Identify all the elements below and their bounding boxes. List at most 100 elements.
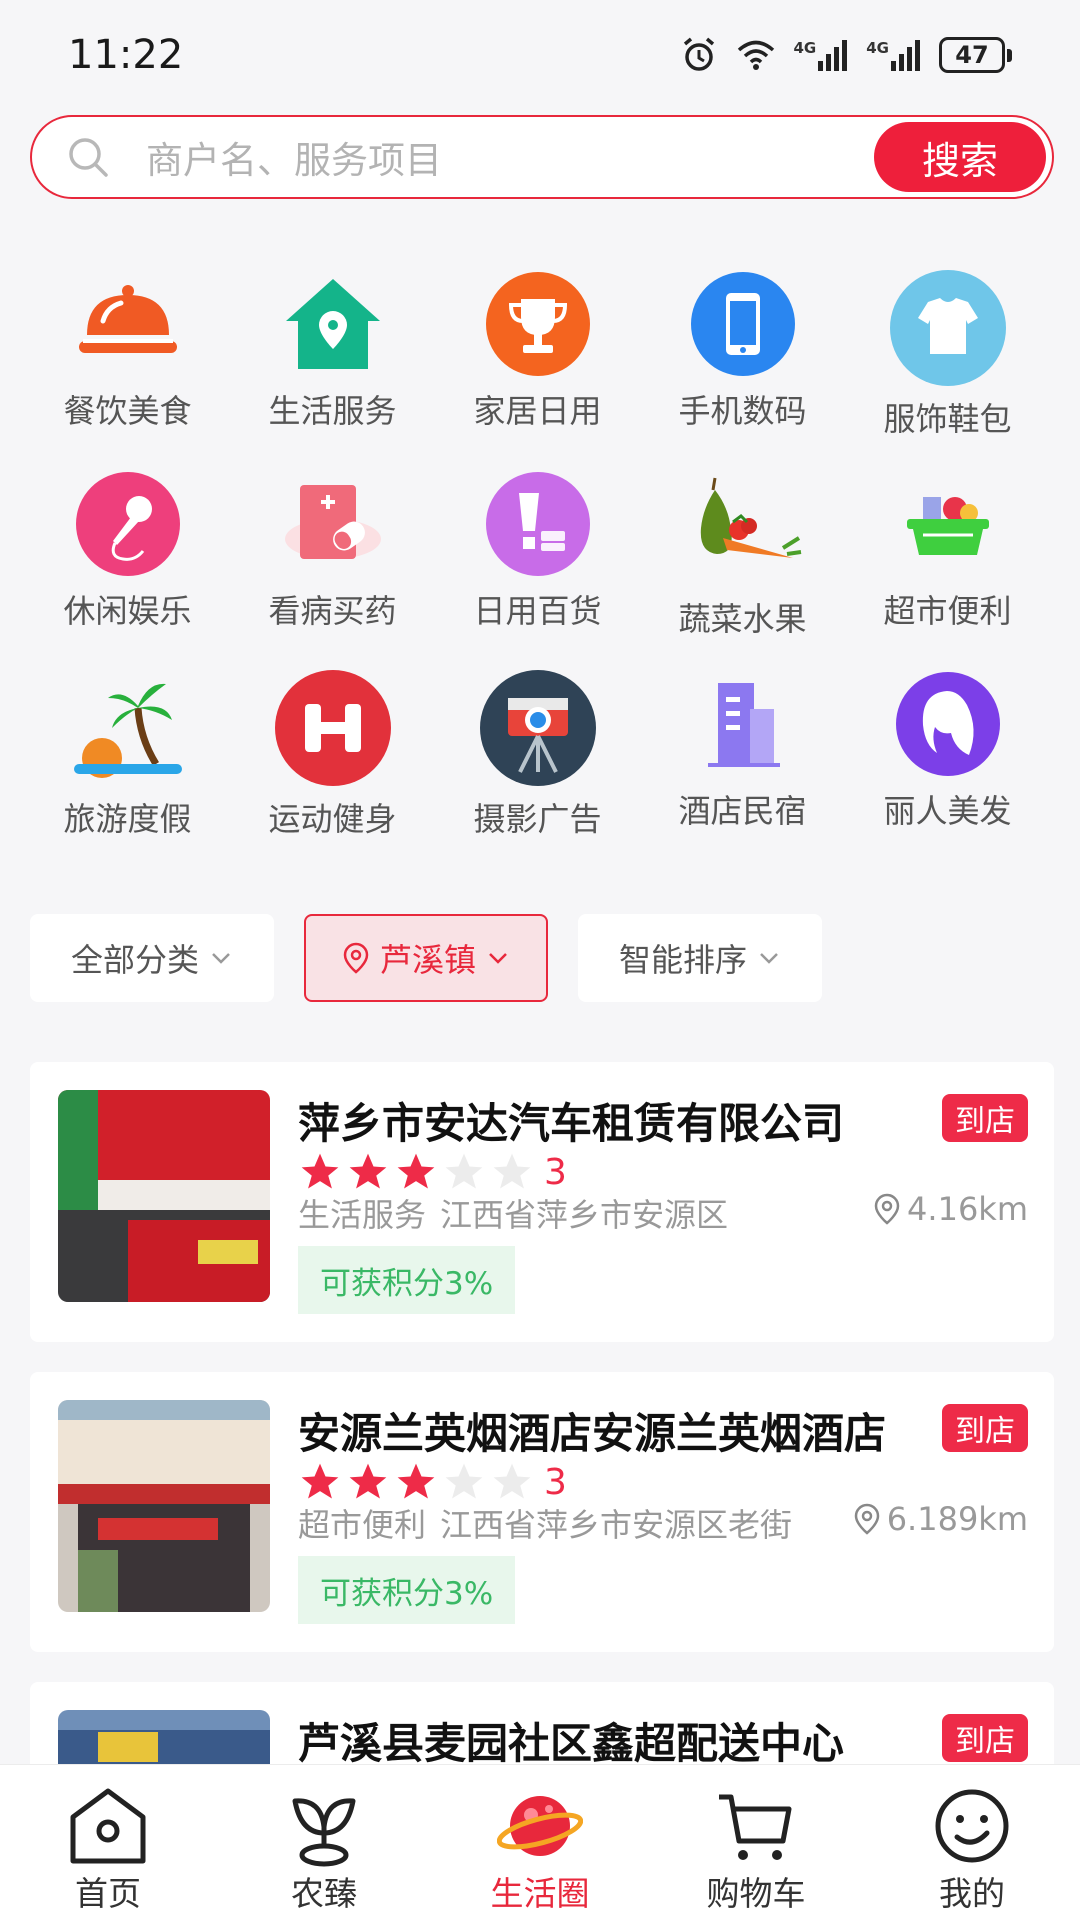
points-tag: 可获积分3%: [298, 1556, 516, 1624]
shop-meta: 超市便利 江西省萍乡市安源区老街: [298, 1500, 838, 1546]
category-label: 运动健身: [268, 800, 397, 838]
shop-card[interactable]: 萍乡市安达汽车租赁有限公司 到店 3 生活服务 江西省萍乡市安源区 4.16km …: [30, 1062, 1054, 1342]
search-input[interactable]: 商户名、服务项目: [146, 130, 874, 184]
category-label: 服饰鞋包: [883, 400, 1012, 438]
camera-icon: [478, 668, 598, 788]
shop-name: 安源兰英烟酒店安源兰英烟酒店: [298, 1409, 887, 1458]
medicine-icon: [273, 468, 393, 580]
rating-value: 3: [544, 1461, 567, 1503]
shop-name: 萍乡市安达汽车租赁有限公司: [298, 1099, 845, 1148]
shop-rating: 3: [298, 1460, 567, 1504]
star-filled-icon: [349, 1463, 387, 1499]
sprout-icon: [292, 1798, 356, 1867]
category-label: 家居日用: [473, 392, 602, 430]
tab-home[interactable]: 首页: [0, 1765, 216, 1920]
category-label: 丽人美发: [883, 792, 1012, 830]
tab-label: 生活圈: [490, 1874, 590, 1913]
tab-label: 我的: [939, 1874, 1005, 1913]
search-bar[interactable]: 商户名、服务项目 搜索: [30, 115, 1054, 199]
category-home-goods[interactable]: 家居日用: [435, 268, 640, 432]
signal-4g-icon: 4G: [866, 39, 921, 71]
home-location-icon: [273, 268, 393, 380]
store-badge: 到店: [942, 1094, 1028, 1142]
home-icon: [70, 1788, 146, 1864]
hotel-building-icon: [683, 668, 803, 780]
category-apparel[interactable]: 服饰鞋包: [845, 268, 1050, 438]
filter-location-dropdown[interactable]: 芦溪镇: [304, 914, 548, 1002]
star-empty-icon: [493, 1463, 531, 1499]
category-label: 看病买药: [268, 592, 397, 630]
filter-label: 全部分类: [70, 941, 199, 979]
rating-value: 3: [544, 1151, 567, 1193]
filter-category-dropdown[interactable]: 全部分类: [30, 914, 274, 1002]
star-empty-icon: [493, 1153, 531, 1189]
category-label: 日用百货: [473, 592, 602, 630]
star-filled-icon: [301, 1463, 339, 1499]
shop-address: 江西省萍乡市安源区老街: [440, 1506, 793, 1544]
tab-cart[interactable]: 购物车: [648, 1765, 864, 1920]
shop-card[interactable]: 安源兰英烟酒店安源兰英烟酒店 到店 3 超市便利 江西省萍乡市安源区老街 6.18…: [30, 1372, 1054, 1652]
category-label: 生活服务: [268, 392, 397, 430]
store-badge: 到店: [942, 1714, 1028, 1762]
goods-icon: [478, 468, 598, 580]
category-medicine[interactable]: 看病买药: [230, 468, 435, 632]
category-photography[interactable]: 摄影广告: [435, 668, 640, 838]
chevron-down-icon: [489, 953, 507, 964]
alarm-icon: [683, 37, 714, 71]
status-time: 11:22: [68, 32, 184, 78]
category-phone-digital[interactable]: 手机数码: [640, 268, 845, 432]
tab-nongzhen[interactable]: 农臻: [216, 1765, 432, 1920]
location-pin-icon: [854, 1503, 879, 1535]
shop-meta: 生活服务 江西省萍乡市安源区: [298, 1190, 858, 1236]
trophy-icon: [478, 268, 598, 380]
category-label: 摄影广告: [473, 800, 602, 838]
search-button[interactable]: 搜索: [874, 122, 1046, 192]
shop-rating: 3: [298, 1150, 567, 1194]
points-tag: 可获积分3%: [298, 1246, 516, 1314]
battery-icon: 47: [939, 37, 1012, 73]
tab-mine[interactable]: 我的: [864, 1765, 1080, 1920]
shop-category: 生活服务: [298, 1196, 427, 1234]
category-label: 旅游度假: [63, 800, 192, 838]
status-icons: 4G 4G 47: [680, 36, 1012, 74]
distance-value: 6.189km: [886, 1500, 1028, 1538]
planet-icon: [497, 1796, 583, 1856]
category-hotel[interactable]: 酒店民宿: [640, 668, 845, 832]
category-daily-goods[interactable]: 日用百货: [435, 468, 640, 632]
category-food[interactable]: 餐饮美食: [25, 268, 230, 432]
shop-address: 江西省萍乡市安源区: [440, 1196, 729, 1234]
search-icon: [69, 138, 108, 177]
microphone-icon: [68, 468, 188, 580]
location-pin-icon: [343, 942, 369, 974]
vegetables-icon: [683, 468, 803, 588]
tab-life-circle[interactable]: 生活圈: [432, 1765, 648, 1920]
category-leisure[interactable]: 休闲娱乐: [25, 468, 230, 632]
shop-photo: [58, 1400, 270, 1612]
chevron-down-icon: [212, 953, 230, 964]
filter-sort-dropdown[interactable]: 智能排序: [578, 914, 822, 1002]
grocery-basket-icon: [888, 468, 1008, 580]
shop-distance: 6.189km: [853, 1500, 1028, 1538]
category-travel[interactable]: 旅游度假: [25, 668, 230, 838]
category-life-service[interactable]: 生活服务: [230, 268, 435, 432]
star-filled-icon: [397, 1463, 435, 1499]
chevron-down-icon: [760, 953, 778, 964]
category-beauty[interactable]: 丽人美发: [845, 668, 1050, 832]
category-label: 蔬菜水果: [678, 600, 807, 638]
category-label: 超市便利: [883, 592, 1012, 630]
category-fitness[interactable]: 运动健身: [230, 668, 435, 838]
filter-bar: 全部分类 芦溪镇 智能排序: [30, 914, 822, 1002]
phone-icon: [683, 268, 803, 380]
category-supermarket[interactable]: 超市便利: [845, 468, 1050, 632]
shop-photo: [58, 1090, 270, 1302]
tab-label: 农臻: [291, 1874, 357, 1913]
tab-label: 购物车: [706, 1874, 806, 1913]
shop-distance: 4.16km: [873, 1190, 1028, 1228]
filter-label: 智能排序: [618, 941, 747, 979]
dumbbell-icon: [273, 668, 393, 788]
star-filled-icon: [301, 1153, 339, 1189]
category-label: 酒店民宿: [678, 792, 807, 830]
category-vegetables-fruit[interactable]: 蔬菜水果: [640, 468, 845, 638]
cart-icon: [719, 1794, 792, 1860]
wifi-icon: [737, 40, 774, 70]
